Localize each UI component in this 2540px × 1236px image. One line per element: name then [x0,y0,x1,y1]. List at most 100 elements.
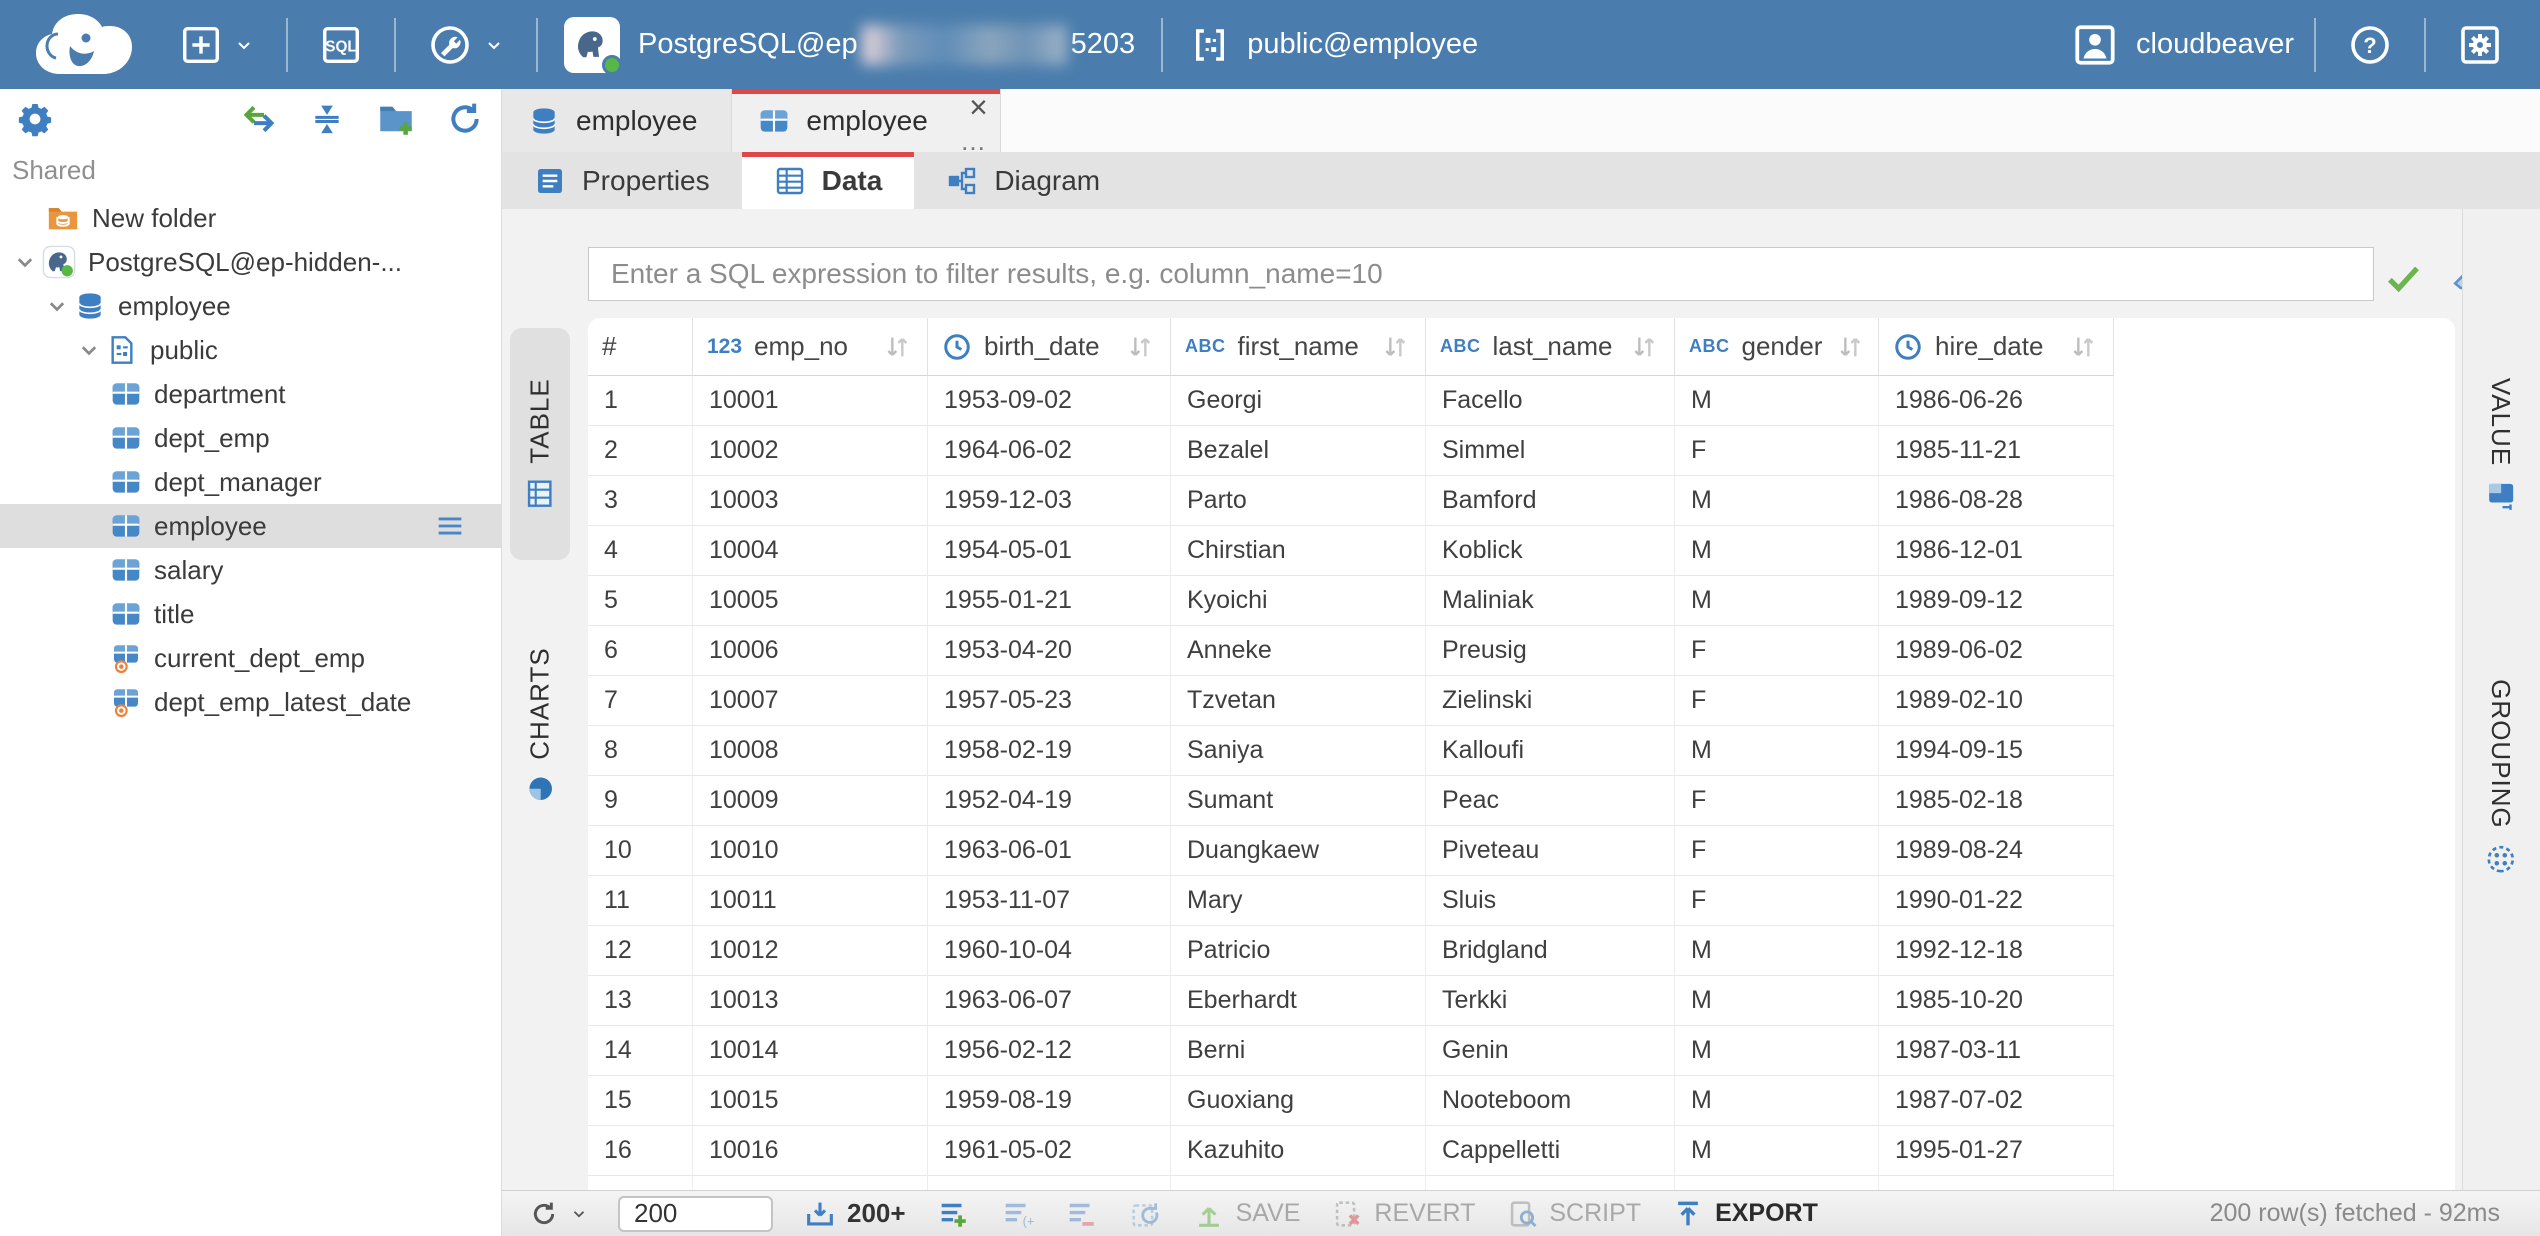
grid-cell[interactable]: 10008 [693,726,928,776]
apply-filter-icon[interactable] [2382,257,2424,299]
grid-cell[interactable]: Saniya [1171,726,1426,776]
grid-cell[interactable]: 10006 [693,626,928,676]
help-button[interactable]: ? [2336,21,2404,69]
grid-cell[interactable]: 10010 [693,826,928,876]
grid-cell[interactable]: M [1675,926,1879,976]
grid-cell[interactable]: 10007 [693,676,928,726]
grid-cell[interactable]: Bamford [1426,476,1675,526]
sidebar-item-title[interactable]: title [0,592,501,636]
grid-cell[interactable]: 1987-07-02 [1879,1076,2114,1126]
grid-cell[interactable]: Cappelletti [1426,1126,1675,1176]
grid-cell[interactable]: Mary [1171,876,1426,926]
sql-editor-button[interactable]: SQL [308,22,374,68]
tab-employee-object[interactable]: employee [502,89,732,152]
grid-cell[interactable]: 1952-04-19 [928,776,1171,826]
grid-cell[interactable]: F [1675,626,1879,676]
grid-cell[interactable]: 1994-09-15 [1879,726,2114,776]
auto-refresh-button[interactable] [1128,1197,1162,1231]
grid-cell[interactable]: Peac [1426,776,1675,826]
close-tab-icon[interactable]: × [969,91,988,123]
grid-cell[interactable]: Eberhardt [1171,976,1426,1026]
sidebar-item-postgresql-ep-hidden[interactable]: PostgreSQL@ep-hidden-... [0,240,501,284]
grid-cell[interactable]: 10013 [693,976,928,1026]
sidebar-item-public[interactable]: public [0,328,501,372]
grid-cell[interactable]: 1955-01-21 [928,576,1171,626]
refresh-tree-icon[interactable] [445,99,485,139]
row-number-cell[interactable]: 10 [588,826,693,876]
grid-cell[interactable]: 1986-06-26 [1879,376,2114,426]
grid-cell[interactable]: F [1675,876,1879,926]
row-number-cell[interactable]: 13 [588,976,693,1026]
column-header-rownum[interactable]: # [588,318,693,376]
new-object-button[interactable] [168,22,266,68]
grid-cell[interactable]: 1953-09-02 [928,376,1171,426]
sidebar-item-new-folder[interactable]: New folder [0,196,501,240]
grid-cell[interactable]: Guoxiang [1171,1076,1426,1126]
driver-tools-button[interactable] [416,21,516,69]
row-number-cell[interactable]: 8 [588,726,693,776]
grid-cell[interactable]: Patricio [1171,926,1426,976]
chevron-down-icon[interactable] [46,295,68,317]
grid-cell[interactable]: 1990-01-22 [1879,876,2114,926]
column-header-birth_date[interactable]: birth_date [928,318,1171,376]
row-number-cell[interactable]: 2 [588,426,693,476]
grid-cell[interactable]: 1959-12-03 [928,476,1171,526]
tab-menu-icon[interactable]: ... [961,134,986,150]
sort-icon[interactable] [1124,331,1156,363]
grid-cell[interactable] [1171,1176,1426,1190]
add-row-button[interactable] [936,1197,970,1231]
sort-icon[interactable] [881,331,913,363]
sort-icon[interactable] [2067,331,2099,363]
user-menu[interactable]: cloudbeaver [2070,20,2294,70]
grid-cell[interactable]: M [1675,726,1879,776]
grid-cell[interactable]: M [1675,526,1879,576]
row-number-cell[interactable]: 4 [588,526,693,576]
grid-cell[interactable]: F [1675,776,1879,826]
grid-cell[interactable]: 1963-06-01 [928,826,1171,876]
row-number-cell[interactable]: 7 [588,676,693,726]
grid-cell[interactable]: Bezalel [1171,426,1426,476]
grid-cell[interactable]: 10003 [693,476,928,526]
grid-cell[interactable]: 1985-10-20 [1879,976,2114,1026]
grid-cell[interactable]: Simmel [1426,426,1675,476]
grid-cell[interactable]: Kyoichi [1171,576,1426,626]
row-number-cell[interactable]: 15 [588,1076,693,1126]
grid-cell[interactable]: Duangkaew [1171,826,1426,876]
sidebar-item-salary[interactable]: salary [0,548,501,592]
grid-cell[interactable]: 1953-11-07 [928,876,1171,926]
sidebar-settings-gear-icon[interactable] [16,100,54,138]
grid-cell[interactable]: 10001 [693,376,928,426]
grid-cell[interactable]: 10002 [693,426,928,476]
sidebar-item-dept-manager[interactable]: dept_manager [0,460,501,504]
grid-cell[interactable] [1426,1176,1675,1190]
presentation-tab-table[interactable]: TABLE [510,328,570,560]
row-number-cell[interactable]: 11 [588,876,693,926]
row-number-cell[interactable]: 6 [588,626,693,676]
revert-button[interactable]: REVERT [1330,1197,1475,1231]
fetch-size-input[interactable] [618,1196,773,1232]
sidebar-item-employee[interactable]: employee [0,284,501,328]
grid-cell[interactable]: 1960-10-04 [928,926,1171,976]
grid-cell[interactable]: 1986-08-28 [1879,476,2114,526]
grid-cell[interactable]: Berni [1171,1026,1426,1076]
grid-cell[interactable]: M [1675,1026,1879,1076]
save-button[interactable]: SAVE [1192,1197,1301,1231]
grid-cell[interactable]: 1989-09-12 [1879,576,2114,626]
script-button[interactable]: SCRIPT [1505,1197,1641,1231]
grid-cell[interactable]: 1985-11-21 [1879,426,2114,476]
add-folder-icon[interactable] [375,98,417,140]
grid-cell[interactable]: 1954-05-01 [928,526,1171,576]
grid-cell[interactable]: 10011 [693,876,928,926]
grid-cell[interactable]: 1959-08-19 [928,1076,1171,1126]
grid-cell[interactable]: 1958-02-19 [928,726,1171,776]
grid-cell[interactable]: 1961-05-02 [928,1126,1171,1176]
row-number-cell[interactable]: 14 [588,1026,693,1076]
tab-diagram[interactable]: Diagram [914,152,1132,209]
sql-filter-input[interactable] [588,247,2374,301]
grid-cell[interactable]: Zielinski [1426,676,1675,726]
tab-properties[interactable]: Properties [502,152,742,209]
grid-cell[interactable]: F [1675,676,1879,726]
grid-cell[interactable] [1675,1176,1879,1190]
row-number-cell[interactable]: 5 [588,576,693,626]
column-header-emp_no[interactable]: 123emp_no [693,318,928,376]
